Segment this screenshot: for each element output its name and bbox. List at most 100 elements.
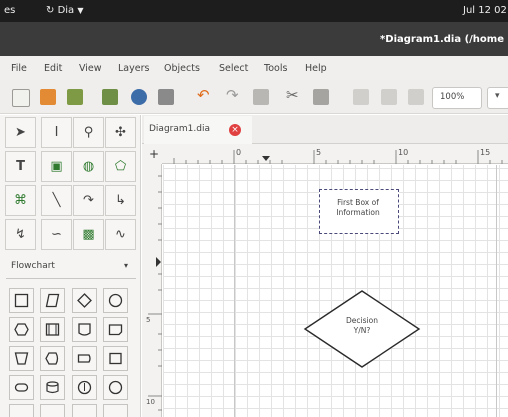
chevron-down-icon: ▾ (123, 261, 128, 270)
ruler-corner: + (142, 144, 162, 164)
copy-icon[interactable] (253, 89, 269, 105)
menu-objects[interactable]: Objects (164, 63, 200, 74)
decision-shape[interactable]: Decision Y/N? (303, 289, 421, 369)
paste-icon[interactable] (313, 89, 329, 105)
flowchart-more-shape-1[interactable] (9, 404, 34, 417)
text-cursor-icon[interactable]: I (41, 117, 72, 148)
beziergon-tool-icon[interactable]: ⌘ (5, 185, 36, 216)
ruler-label-v10: 10 (146, 398, 155, 406)
ruler-label-15: 15 (480, 148, 491, 157)
export-icon[interactable] (158, 89, 174, 105)
text-tool-icon[interactable]: T (5, 151, 36, 182)
window-title-bar: *Diagram1.dia (/home (0, 22, 508, 56)
flowchart-preparation-shape[interactable] (9, 317, 34, 342)
flowchart-more-shape-2[interactable] (40, 404, 65, 417)
save-icon[interactable] (67, 89, 83, 105)
flowchart-parallelogram-shape[interactable] (40, 288, 65, 313)
new-icon[interactable] (12, 89, 30, 107)
zoom-value: 100% (440, 92, 465, 102)
ruler-label-10: 10 (398, 148, 409, 157)
arc-tool-icon[interactable]: ↷ (73, 185, 104, 216)
flowchart-box-shape[interactable] (9, 288, 34, 313)
decision-line-1: Decision (346, 316, 378, 325)
flowchart-display-shape[interactable] (40, 346, 65, 371)
zigzag-tool-icon[interactable]: ↳ (105, 185, 136, 216)
undo-icon[interactable]: ↶ (197, 86, 213, 104)
outline-tool-icon[interactable]: ∿ (105, 219, 136, 250)
sheet-selector-label: Flowchart (11, 261, 55, 271)
app-menu-arrow-icon: ▼ (77, 6, 84, 15)
window-title: *Diagram1.dia (/home (380, 34, 504, 45)
zoom-fit-icon[interactable] (408, 89, 424, 105)
redo-icon[interactable]: ↷ (226, 86, 242, 104)
flowchart-document-shape[interactable] (72, 317, 97, 342)
line-tool-icon[interactable]: ╲ (41, 185, 72, 216)
first-box-shape[interactable]: First Box of Information (319, 189, 399, 234)
system-top-bar: es ↻ Dia ▼ Jul 12 02 (0, 0, 508, 22)
print-icon[interactable] (131, 89, 147, 105)
sheet-selector[interactable]: Flowchart ▾ (6, 256, 136, 279)
close-icon[interactable]: × (229, 124, 241, 136)
clock[interactable]: Jul 12 02 (463, 5, 507, 16)
tab-diagram1[interactable]: Diagram1.dia × (144, 116, 252, 146)
chevron-down-icon: ▾ (495, 91, 500, 101)
vertical-ruler[interactable]: 5 10 (142, 164, 162, 417)
tab-label: Diagram1.dia (149, 124, 210, 134)
first-box-line-1: First Box of (337, 198, 379, 207)
tool-palette: ➤ I ⚲ ✣ T ▣ ◍ ⬠ ⌘ ╲ ↷ ↳ ↯ ∽ ▩ ∿ Flowchar… (0, 115, 141, 417)
zoom-field[interactable]: 100% (432, 87, 482, 109)
cut-icon[interactable]: ✂ (286, 86, 302, 104)
image-tool-icon[interactable]: ▩ (73, 219, 104, 250)
open-icon[interactable] (40, 89, 56, 105)
menu-help[interactable]: Help (305, 63, 327, 74)
flowchart-circle-shape[interactable] (103, 288, 128, 313)
first-box-line-2: Information (336, 208, 380, 217)
page-boundary-right (496, 165, 497, 417)
flowchart-delay-shape[interactable] (72, 346, 97, 371)
flowchart-sequential-data-shape[interactable] (72, 375, 97, 400)
menubar: File Edit View Layers Objects Select Too… (0, 56, 508, 80)
flowchart-terminal-shape[interactable] (9, 375, 34, 400)
ruler-label-v5: 5 (146, 316, 151, 324)
flowchart-connector-shape[interactable] (103, 375, 128, 400)
decision-line-2: Y/N? (353, 326, 371, 335)
save-as-icon[interactable] (102, 89, 118, 105)
flowchart-manual-op-shape[interactable] (9, 346, 34, 371)
bezier-tool-icon[interactable]: ∽ (41, 219, 72, 250)
box-tool-icon[interactable]: ▣ (41, 151, 72, 182)
polygon-tool-icon[interactable]: ⬠ (105, 151, 136, 182)
menu-tools[interactable]: Tools (264, 63, 287, 74)
app-icon: ↻ (46, 5, 55, 16)
diagram-canvas[interactable]: First Box of Information Decision Y/N? (163, 165, 508, 417)
menu-select[interactable]: Select (219, 63, 248, 74)
ruler-label-5: 5 (316, 148, 322, 157)
flowchart-predefined-process-shape[interactable] (40, 317, 65, 342)
flowchart-storage-shape[interactable] (40, 375, 65, 400)
move-icon[interactable]: ✣ (105, 117, 136, 148)
plus-icon: + (149, 147, 160, 161)
polyline-tool-icon[interactable]: ↯ (5, 219, 36, 250)
zoom-in-icon[interactable] (353, 89, 369, 105)
menu-file[interactable]: File (11, 63, 27, 74)
decision-text: Decision Y/N? (303, 316, 421, 336)
activities-fragment[interactable]: es (4, 5, 15, 16)
pointer-icon[interactable]: ➤ (5, 117, 36, 148)
flowchart-offpage-shape[interactable] (103, 346, 128, 371)
flowchart-more-shape-4[interactable] (103, 404, 128, 417)
zoom-dropdown-button[interactable]: ▾ (487, 87, 508, 109)
menu-layers[interactable]: Layers (118, 63, 149, 74)
flowchart-diamond-shape[interactable] (72, 288, 97, 313)
ellipse-tool-icon[interactable]: ◍ (73, 151, 104, 182)
flowchart-more-shape-3[interactable] (72, 404, 97, 417)
menu-edit[interactable]: Edit (44, 63, 62, 74)
horizontal-ruler[interactable]: 0 5 10 15 (162, 144, 508, 164)
app-menu[interactable]: ↻ Dia ▼ (46, 5, 84, 16)
magnify-icon[interactable]: ⚲ (73, 117, 104, 148)
menu-view[interactable]: View (79, 63, 102, 74)
ruler-label-0: 0 (236, 148, 242, 157)
flowchart-card-shape[interactable] (103, 317, 128, 342)
first-box-text: First Box of Information (320, 198, 396, 218)
zoom-out-icon[interactable] (381, 89, 397, 105)
page-boundary-left (234, 165, 235, 417)
document-tab-bar: Diagram1.dia × (142, 115, 508, 146)
